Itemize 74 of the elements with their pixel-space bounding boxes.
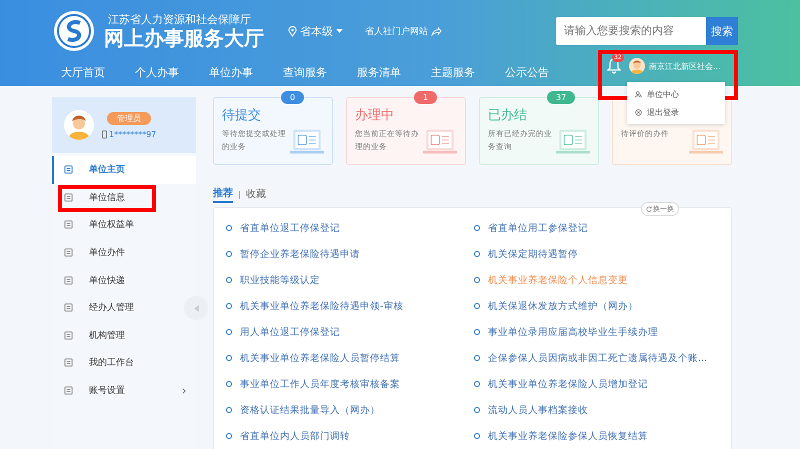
avatar-icon — [629, 58, 645, 74]
nav-link[interactable]: 公示公告 — [490, 66, 564, 80]
menu-icon — [64, 192, 73, 202]
user-icon — [635, 90, 642, 98]
sidebar-item[interactable]: 单位办件 — [52, 238, 196, 266]
sidebar-item[interactable]: 单位权益单 — [52, 211, 196, 239]
nav-link[interactable]: 单位办事 — [194, 66, 268, 80]
org-name: 江苏省人力资源和社会保障厅 — [107, 12, 252, 26]
nav-link[interactable]: 查询服务 — [268, 66, 342, 80]
count-badge: 0 — [281, 91, 304, 104]
location-pin-icon — [288, 26, 297, 36]
phone-number: 1********97 — [109, 130, 156, 138]
service-link[interactable]: 用人单位退工停保登记 — [226, 319, 474, 345]
service-link[interactable]: 省直单位用工参保登记 — [474, 215, 722, 241]
site-title: 网上办事服务大厅 — [104, 26, 264, 50]
service-link[interactable]: 省直单位内人员部门调转 — [226, 423, 474, 449]
phone-icon — [102, 130, 107, 138]
laptop-icon — [556, 128, 590, 156]
nav-link[interactable]: 大厅首页 — [46, 66, 120, 80]
service-link[interactable]: 机关事业养老保险参保人员恢复结算 — [474, 423, 722, 449]
role-badge: 管理员 — [107, 112, 152, 124]
portal-link[interactable]: 省人社门户网站 — [365, 24, 442, 38]
search-button[interactable]: 搜索 — [706, 17, 738, 45]
menu-icon — [64, 248, 73, 258]
count-badge: 1 — [414, 91, 438, 104]
service-link[interactable]: 职业技能等级认定 — [226, 267, 474, 293]
service-link[interactable]: 机关事业单位养老保险人员暂停结算 — [226, 345, 474, 371]
service-link[interactable]: 机关事业单位养老保险待遇申领-审核 — [226, 293, 474, 319]
sidebar-item[interactable]: 单位信息 — [52, 184, 196, 212]
caret-icon — [336, 29, 343, 33]
tab[interactable]: 推荐 — [213, 187, 233, 203]
count-badge: 37 — [547, 91, 576, 104]
card-title: 待提交 — [222, 108, 262, 124]
service-link[interactable]: 省直单位退工停保登记 — [226, 215, 474, 241]
service-link[interactable]: 企保参保人员因病或非因工死亡遗属待遇及个账... — [474, 345, 722, 371]
service-link[interactable]: 资格认证结果批量导入（网办） — [226, 397, 474, 423]
card-title: 办理中 — [355, 108, 395, 124]
triangle-left-icon — [194, 304, 198, 312]
search-field[interactable]: 请输入您要搜索的内容 — [556, 17, 706, 45]
refresh-icon — [646, 206, 652, 212]
menu-icon — [64, 220, 73, 230]
service-link[interactable]: 暂停企业养老保险待遇申请 — [226, 241, 474, 267]
laptop-icon — [423, 128, 457, 156]
laptop-icon — [290, 128, 324, 156]
menu-icon — [64, 276, 73, 285]
menu-item[interactable]: 退出登录 — [627, 103, 725, 121]
sidebar-item[interactable]: 机构管理 — [52, 322, 196, 350]
sidebar-item[interactable]: 单位主页 — [52, 156, 196, 184]
nav-link[interactable]: 服务清单 — [342, 66, 416, 80]
service-link[interactable]: 事业单位工作人员年度考核审核备案 — [226, 371, 474, 397]
service-link[interactable]: 事业单位录用应届高校毕业生手续办理 — [474, 319, 722, 345]
region-selector[interactable]: 省本级 — [288, 24, 343, 38]
menu-icon — [64, 303, 73, 312]
sidebar-item[interactable]: 单位快递 — [52, 266, 196, 294]
sidebar-item[interactable]: 账号设置 — [52, 376, 196, 404]
share-arrow-icon — [431, 26, 442, 36]
menu-icon — [64, 330, 73, 340]
tab[interactable]: 收藏 — [246, 188, 266, 202]
laptop-icon — [689, 128, 723, 156]
sidebar-item[interactable]: 我的工作台 — [52, 349, 196, 377]
nav-link[interactable]: 主题服务 — [416, 66, 490, 80]
menu-icon — [64, 165, 73, 174]
avatar-icon — [64, 110, 94, 140]
close-circle-icon — [635, 108, 642, 116]
menu-icon — [64, 386, 73, 396]
card-title: 已办结 — [488, 108, 528, 124]
menu-icon — [64, 358, 73, 368]
service-link[interactable]: 机关保退休发放方式维护（网办） — [474, 293, 722, 319]
service-link[interactable]: 流动人员人事档案接收 — [474, 397, 722, 423]
nav-link[interactable]: 个人办事 — [120, 66, 194, 80]
bell-icon[interactable] — [607, 58, 621, 74]
service-link[interactable]: 机关事业单位养老保险人员增加登记 — [474, 371, 722, 397]
service-link[interactable]: 机关保定期待遇暂停 — [474, 241, 722, 267]
logo-icon — [52, 9, 96, 53]
